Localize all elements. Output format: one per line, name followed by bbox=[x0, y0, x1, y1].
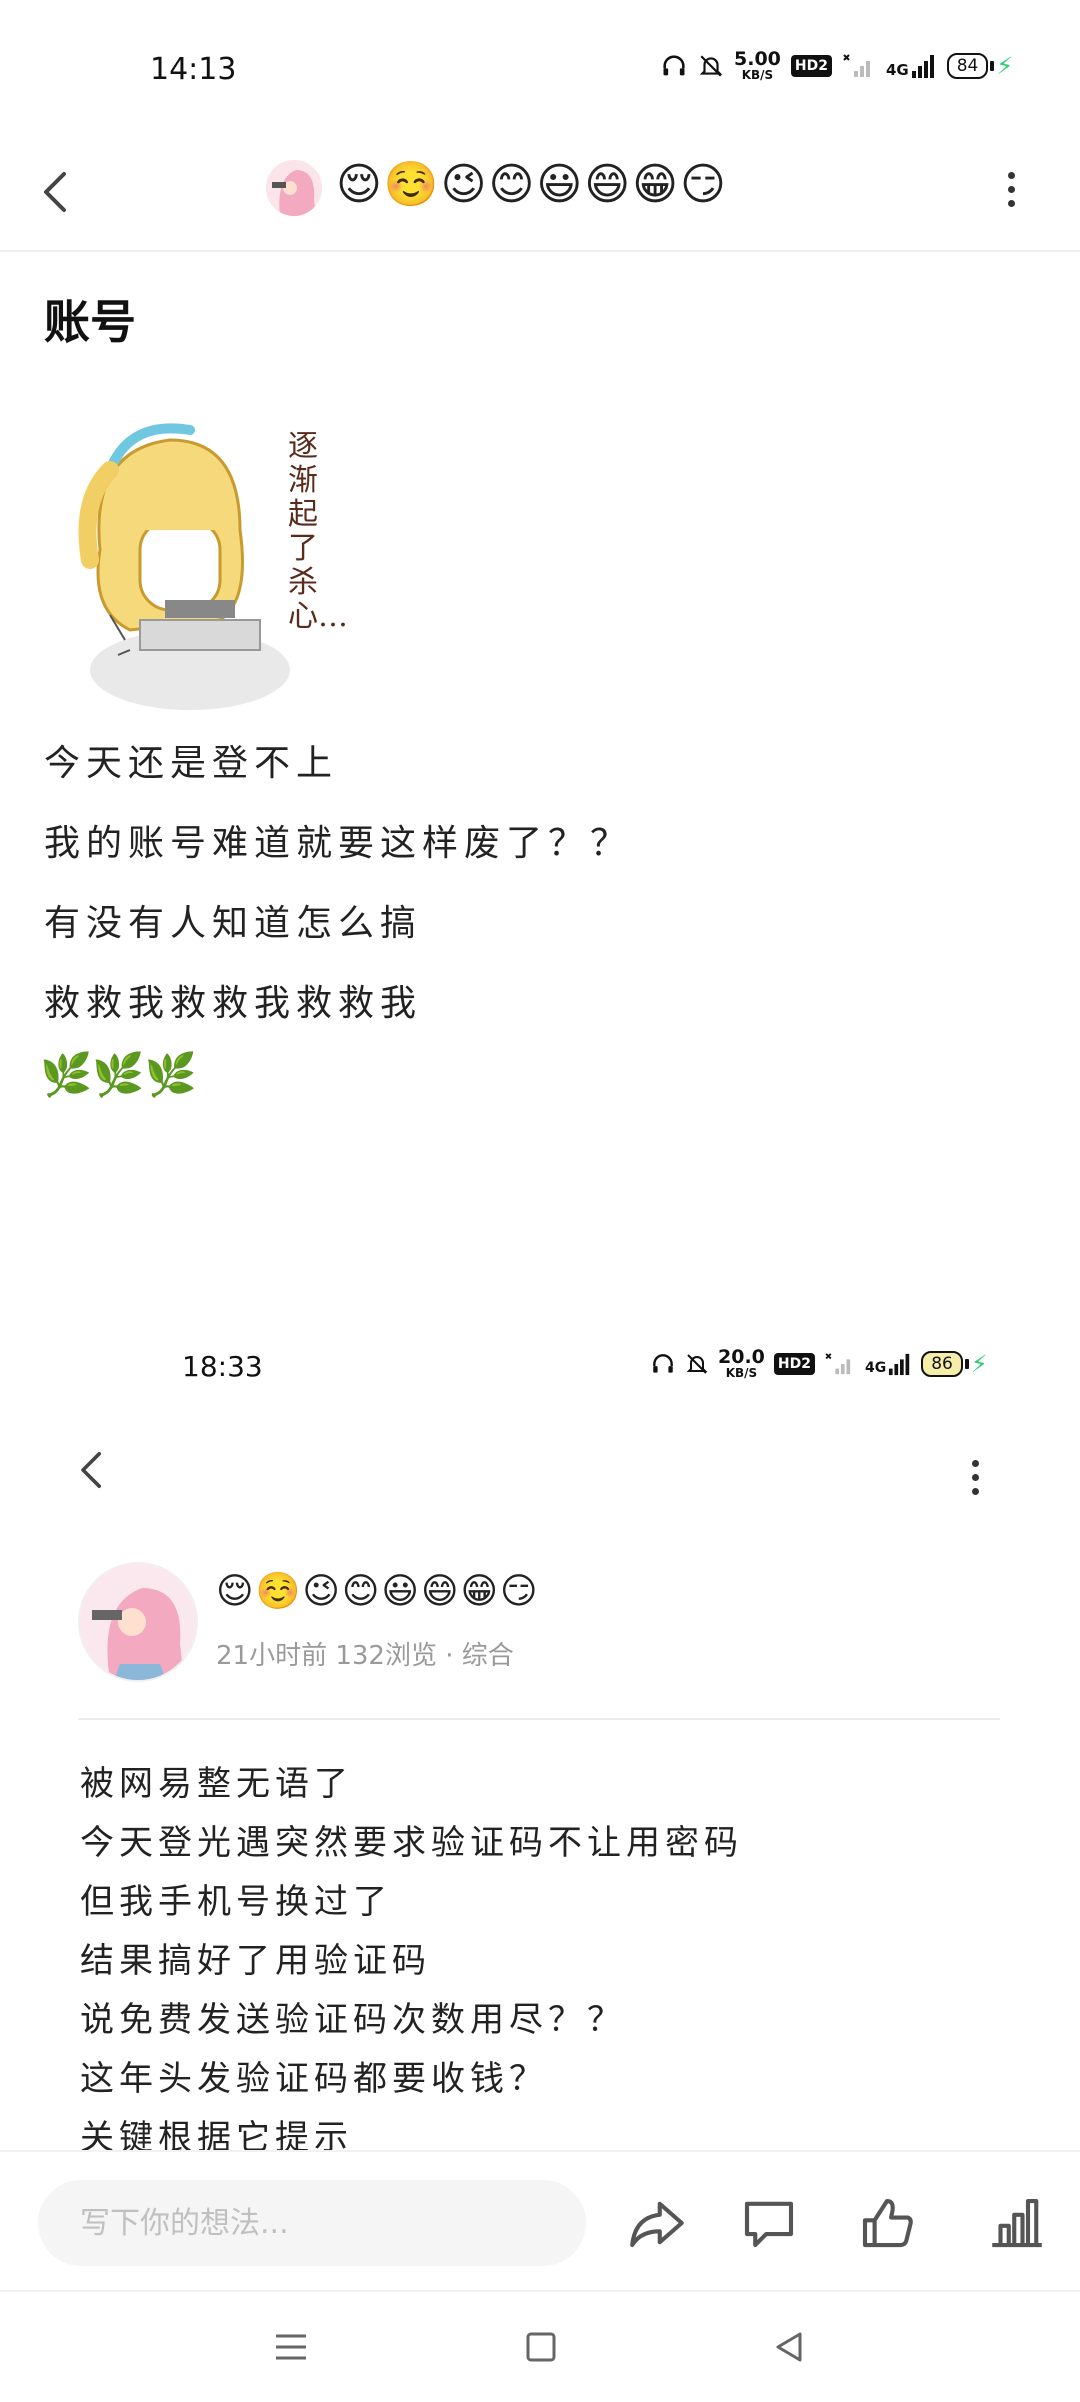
post1-line: 有没有人知道怎么搞 bbox=[44, 903, 423, 944]
post2-line: 结果搞好了用验证码 bbox=[80, 1941, 431, 1981]
signal-strong-icon bbox=[889, 1353, 910, 1375]
menu-icon[interactable] bbox=[266, 2322, 316, 2372]
post1-line: 救救我救救我救救我 bbox=[44, 983, 423, 1024]
more-vertical-icon[interactable] bbox=[1008, 172, 1015, 207]
status-icons: 20.0 KB/S HD2 4G 86 ⚡ bbox=[650, 1348, 988, 1379]
post2-line: 被网易整无语了 bbox=[80, 1764, 353, 1804]
status-icons: 5.00 KB/S HD2 4G 84 ⚡ bbox=[660, 50, 1013, 81]
status-bar-embedded: 18:33 20.0 KB/S HD2 4G 86 ⚡ bbox=[0, 1340, 1080, 1400]
back-triangle-icon[interactable] bbox=[764, 2322, 814, 2372]
hd-badge: HD2 bbox=[790, 54, 832, 77]
post2-line: 说免费发送验证码次数用尽？？ bbox=[80, 2000, 626, 2040]
share-icon[interactable] bbox=[624, 2190, 690, 2256]
divider bbox=[78, 1718, 1000, 1720]
author-avatar-small[interactable] bbox=[266, 160, 322, 216]
bar-chart-icon[interactable] bbox=[984, 2190, 1050, 2256]
status-time: 14:13 bbox=[150, 52, 237, 87]
network-speed: 20.0 KB/S bbox=[718, 1346, 765, 1380]
signal-strong-icon bbox=[911, 54, 934, 78]
post1-line: 我的账号难道就要这样废了？？ bbox=[44, 823, 633, 864]
network-speed: 5.00 KB/S bbox=[734, 48, 781, 82]
post1-line: 今天还是登不上 bbox=[44, 743, 339, 784]
bottom-action-bar bbox=[0, 2150, 1080, 2292]
charging-icon: ⚡ bbox=[970, 1349, 988, 1378]
thumbs-up-icon[interactable] bbox=[854, 2190, 920, 2256]
status-bar-top: 14:13 5.00 KB/S HD2 4G 84 ⚡ bbox=[0, 40, 1080, 100]
charging-icon: ⚡ bbox=[996, 51, 1014, 80]
battery: 84 ⚡ bbox=[946, 51, 1014, 80]
headphones-icon bbox=[653, 1353, 673, 1373]
leaf-emojis: 🌿🌿🌿 bbox=[40, 1050, 197, 1099]
battery: 86 ⚡ bbox=[921, 1350, 988, 1378]
comment-input[interactable] bbox=[38, 2180, 586, 2266]
headphones-icon bbox=[663, 54, 685, 75]
post-meta: 21小时前 132浏览 · 综合 bbox=[216, 1641, 514, 1671]
post-header: 😌☺️😉😊😃😄😁😏 bbox=[0, 130, 1080, 252]
sticker-image: 逐渐起了杀心… bbox=[70, 410, 350, 730]
hd-badge: HD2 bbox=[773, 1352, 815, 1375]
sticker-caption: 逐渐起了杀心… bbox=[288, 429, 348, 634]
home-square-icon[interactable] bbox=[516, 2322, 566, 2372]
status-time: 18:33 bbox=[182, 1350, 263, 1383]
chevron-left-icon[interactable] bbox=[36, 168, 76, 216]
post2-line: 今天登光遇突然要求验证码不让用密码 bbox=[80, 1823, 743, 1863]
post2-line: 但我手机号换过了 bbox=[80, 1882, 392, 1922]
signal-4g: 4G bbox=[865, 1352, 912, 1376]
system-nav-bar bbox=[0, 2290, 1080, 2402]
bell-muted-icon bbox=[686, 1353, 708, 1374]
chevron-left-icon[interactable] bbox=[74, 1448, 110, 1492]
signal-weak-icon bbox=[825, 1352, 851, 1374]
signal-4g: 4G bbox=[886, 53, 937, 79]
author-avatar[interactable] bbox=[78, 1562, 198, 1682]
more-vertical-icon[interactable] bbox=[972, 1460, 979, 1495]
bell-muted-icon bbox=[699, 54, 723, 77]
post-title: 账号 bbox=[44, 295, 136, 349]
signal-weak-icon bbox=[843, 53, 870, 77]
comment-icon[interactable] bbox=[736, 2190, 802, 2256]
header-emoji-title: 😌☺️😉😊😃😄😁😏 bbox=[336, 159, 728, 210]
author-name-emojis[interactable]: 😌☺️😉😊😃😄😁😏 bbox=[216, 1570, 540, 1612]
post2-line: 这年头发验证码都要收钱？ bbox=[80, 2059, 548, 2099]
